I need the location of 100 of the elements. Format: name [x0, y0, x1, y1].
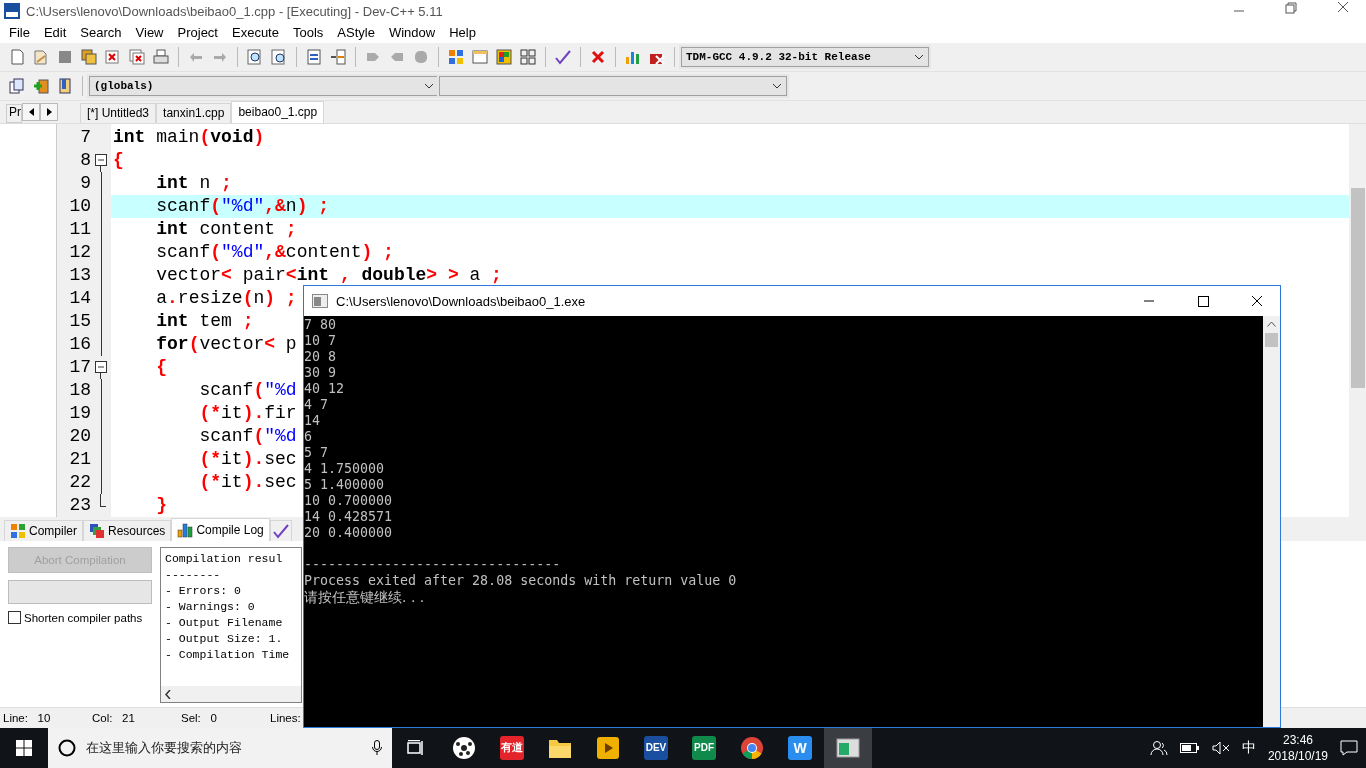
print-icon[interactable]	[152, 47, 170, 66]
close-file-icon[interactable]	[104, 47, 122, 66]
windows-logo-icon	[16, 740, 32, 756]
menu-item[interactable]: AStyle	[330, 25, 382, 40]
menu-item[interactable]: File	[2, 25, 37, 40]
console-window-icon	[836, 738, 860, 758]
scrollbar[interactable]	[1263, 316, 1280, 727]
caret-icon	[914, 53, 924, 60]
replace-icon[interactable]	[270, 47, 288, 66]
menu-item[interactable]: Project	[170, 25, 225, 40]
scrollbar[interactable]	[1349, 123, 1366, 518]
file-tab[interactable]: tanxin1.cpp	[156, 102, 232, 123]
line-number: 21	[68, 447, 91, 471]
code-line: (*it).fir	[198, 401, 297, 425]
log-line: - Output Filename	[165, 615, 283, 632]
console-icon	[312, 294, 328, 308]
fold-box-icon[interactable]	[95, 153, 107, 166]
scrollbar-thumb[interactable]	[1350, 187, 1365, 388]
check-icon	[272, 523, 289, 540]
console-output-line: 20 0.400000	[304, 525, 393, 541]
scrollbar[interactable]	[161, 686, 301, 702]
file-tab[interactable]: [*] Untitled3	[80, 102, 157, 123]
window-title: C:\Users\lenovo\Downloads\beibao0_1.cpp - [Executing] - Dev-C++ 5.11	[26, 3, 443, 19]
log-line: Compilation resul	[165, 551, 283, 568]
input-method-indicator[interactable]: 中	[1241, 739, 1256, 757]
menu-item[interactable]: View	[128, 25, 171, 40]
menu-item[interactable]: Edit	[36, 25, 74, 40]
line-number: 19	[68, 401, 91, 425]
search-field[interactable]: 在这里输入你要搜索的内容	[84, 739, 364, 757]
line-number: 15	[68, 309, 91, 333]
panel-tab[interactable]: Resources	[83, 520, 172, 542]
microphone-icon[interactable]	[372, 740, 382, 756]
line-number: 13	[68, 263, 91, 287]
console-output-line: 14 0.428571	[304, 509, 393, 525]
status-field: Lines:	[267, 712, 301, 724]
line-number: 14	[68, 286, 91, 310]
left-arrow-icon	[28, 107, 34, 116]
menu-item[interactable]: Execute	[225, 25, 286, 40]
insert-icon[interactable]	[8, 76, 26, 95]
panel-tab[interactable]: Pr	[6, 103, 22, 123]
clock[interactable]: 23:46 2018/10/19	[1267, 732, 1328, 764]
console-message: Process exited after 28.08 seconds with return value 0	[304, 573, 737, 589]
console-output-line: 10 0.700000	[304, 493, 393, 509]
caret-icon	[772, 82, 782, 89]
console-output-line: 10 7	[304, 333, 337, 349]
file-tab[interactable]: beibao0_1.cpp	[231, 100, 325, 123]
console-output-line: 7 80	[304, 317, 337, 333]
log-line: --------	[165, 567, 221, 584]
menu-item[interactable]: Tools	[285, 25, 331, 40]
find-icon[interactable]	[246, 47, 264, 66]
taskbar-app-button[interactable]	[824, 728, 872, 768]
caret-icon	[424, 82, 434, 89]
checkbox-label: Shorten compiler paths	[24, 611, 143, 624]
scrollbar-thumb[interactable]	[1265, 333, 1278, 347]
scope-dropdown[interactable]: (globals)	[89, 75, 439, 96]
battery-icon[interactable]	[1179, 742, 1200, 754]
panel-tab[interactable]	[269, 520, 292, 542]
add-icon[interactable]	[32, 76, 50, 95]
code-line: {	[112, 148, 124, 172]
close-all-icon[interactable]	[128, 47, 146, 66]
layers-icon	[89, 523, 105, 540]
line-number: 12	[68, 240, 91, 264]
save-all-icon[interactable]	[80, 47, 98, 66]
writer-app-icon: W	[788, 736, 812, 760]
console-output-line: 14	[304, 413, 320, 429]
panel-tab[interactable]: Compile Log	[171, 518, 270, 542]
notification-icon[interactable]	[1340, 740, 1358, 756]
speaker-muted-icon[interactable]	[1211, 741, 1230, 755]
menu-item[interactable]: Search	[73, 25, 129, 40]
compiler-dropdown[interactable]: TDM-GCC 4.9.2 32-bit Release	[681, 46, 929, 67]
code-line: int main(void)	[112, 125, 265, 149]
log-line: - Warnings: 0	[165, 599, 255, 616]
line-number: 10	[68, 194, 91, 218]
taskbar-app-button[interactable]: 有道	[488, 728, 536, 768]
search-box[interactable]: 在这里输入你要搜索的内容	[48, 728, 392, 768]
taskbar-app-button[interactable]: PDF	[680, 728, 728, 768]
scroll-left-button[interactable]	[22, 102, 40, 121]
ball-icon	[452, 736, 476, 760]
fold-box-icon[interactable]	[95, 360, 107, 373]
chart-icon	[177, 522, 194, 539]
menu-item[interactable]: Window	[381, 25, 443, 40]
log-line: - Compilation Time	[165, 647, 290, 664]
line-number: 18	[68, 378, 91, 402]
line-number: 22	[68, 470, 91, 494]
line-number: 9	[79, 171, 91, 195]
grid-icon	[10, 523, 26, 540]
panel-tab[interactable]: Compiler	[4, 520, 83, 542]
code-line: }	[155, 493, 167, 517]
code-line: for(vector< p	[155, 332, 297, 356]
code-line: a.resize(n) ;	[155, 286, 297, 310]
people-icon[interactable]	[1149, 740, 1168, 756]
log-line: - Output Size: 1.	[165, 631, 283, 648]
dev-app-icon: DEV	[644, 736, 668, 760]
taskbar-app-button[interactable]: DEV	[632, 728, 680, 768]
menu-item[interactable]: Help	[442, 25, 483, 40]
scroll-right-button[interactable]	[40, 102, 58, 121]
console-output-line: 20 8	[304, 349, 337, 365]
new-file-icon[interactable]	[8, 47, 26, 66]
line-number: 23	[68, 493, 91, 517]
checkbox[interactable]	[8, 611, 21, 625]
